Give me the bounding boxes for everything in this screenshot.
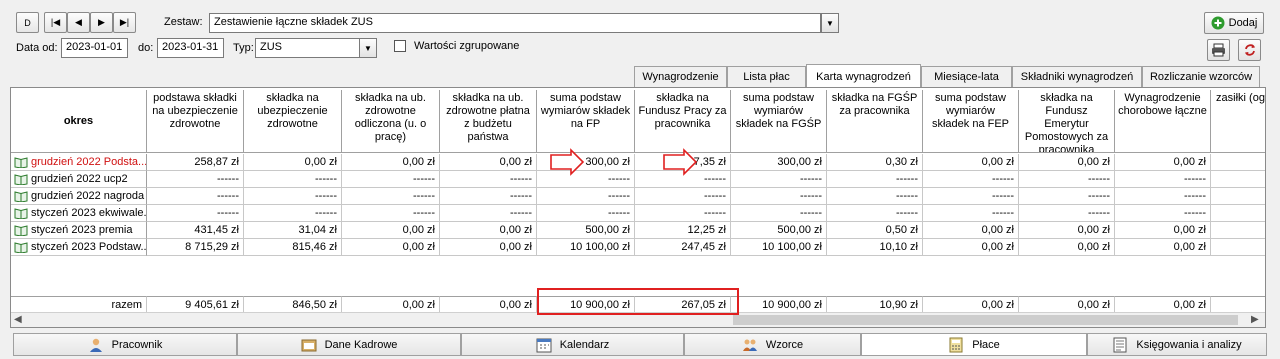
ledger-icon (1113, 337, 1127, 352)
date-from-input[interactable]: 2023-01-01 (61, 38, 128, 58)
chevron-down-icon: ▼ (826, 18, 834, 28)
prev-record-button[interactable]: ◀ (67, 12, 90, 33)
prev-record-label: ◀ (75, 17, 82, 27)
bottom-tab-1[interactable]: Pracownik (13, 333, 237, 356)
last-record-button[interactable]: ▶| (113, 12, 136, 33)
red-arrow-icon (663, 148, 698, 176)
highlight-box (537, 288, 739, 315)
first-record-button[interactable]: D (16, 12, 39, 33)
bottom-tab-label: Dane Kadrowe (324, 338, 398, 351)
prev-page-button[interactable]: |◀ (44, 12, 67, 33)
grouped-values-checkbox[interactable] (394, 40, 406, 52)
refresh-button[interactable] (1238, 39, 1261, 61)
tab-miesiace-lata[interactable]: Miesiące-lata (921, 66, 1012, 87)
bottom-tab-label: Pracownik (111, 338, 163, 351)
tab-lista-plac[interactable]: Lista płac (727, 66, 806, 87)
tab-wynagrodzenie[interactable]: Wynagrodzenie (634, 66, 727, 87)
printer-icon (1212, 43, 1225, 57)
data-grid[interactable]: okres podstawa składki na ubezpieczenie z… (10, 87, 1266, 328)
add-button[interactable]: Dodaj (1204, 12, 1264, 34)
tab-label: Karta wynagrodzeń (816, 70, 911, 83)
tab-label: Rozliczanie wzorców (1149, 71, 1253, 83)
bottom-tab-label: Wzorce (765, 338, 804, 351)
bottom-tab-3[interactable]: Kalendarz (461, 333, 684, 356)
plus-circle-icon (1211, 16, 1225, 30)
first-record-label: D (24, 17, 31, 28)
folder-icon (301, 339, 317, 351)
date-to-label: do: (138, 42, 154, 54)
tab-label: Lista płac (743, 71, 790, 83)
refresh-icon (1244, 44, 1255, 56)
bottom-tab-4[interactable]: Wzorce (684, 333, 861, 356)
bottom-tab-2[interactable]: Dane Kadrowe (237, 333, 461, 356)
last-record-label: ▶| (119, 17, 130, 27)
person-icon (89, 338, 102, 352)
bottom-tab-label: Płace (972, 338, 1000, 351)
calculator-icon (949, 337, 963, 352)
red-arrow-icon (550, 148, 585, 176)
bottom-tab-label: Kalendarz (559, 338, 610, 351)
tab-rozliczanie-wzorcow[interactable]: Rozliczanie wzorców (1142, 66, 1260, 87)
type-select[interactable]: ZUS (255, 38, 360, 58)
tab-label: Wynagrodzenie (642, 71, 719, 83)
grouped-values-label: Wartości zgrupowane (414, 40, 520, 52)
next-record-label: ▶ (98, 17, 105, 27)
next-record-button[interactable]: ▶ (90, 12, 113, 33)
calendar-icon (536, 338, 552, 352)
tab-skladniki-wynagrodzen[interactable]: Składniki wynagrodzeń (1012, 66, 1142, 87)
prev-page-label: |◀ (50, 17, 61, 27)
add-button-label: Dodaj (1228, 17, 1258, 29)
bottom-tab-label: Księgowania i analizy (1136, 338, 1242, 351)
bottom-tab-5[interactable]: Płace (861, 333, 1087, 356)
date-to-input[interactable]: 2023-01-31 (157, 38, 224, 58)
date-from-label: Data od: (16, 42, 58, 54)
print-button[interactable] (1207, 39, 1230, 61)
type-label: Typ: (233, 42, 254, 54)
tab-label: Miesiące-lata (934, 71, 999, 83)
tab-karta-wynagrodzen[interactable]: Karta wynagrodzeń (806, 64, 921, 88)
type-dropdown-button[interactable]: ▼ (359, 38, 377, 58)
people-icon (742, 339, 757, 351)
tab-label: Składniki wynagrodzeń (1020, 71, 1134, 83)
annotation-overlay (537, 148, 739, 315)
chevron-down-icon: ▼ (364, 43, 372, 53)
zestaw-select[interactable]: Zestawienie łączne składek ZUS (209, 13, 821, 33)
zestaw-dropdown-button[interactable]: ▼ (821, 13, 839, 33)
zestaw-label: Zestaw: (164, 16, 203, 28)
bottom-tab-6[interactable]: Księgowania i analizy (1087, 333, 1267, 356)
